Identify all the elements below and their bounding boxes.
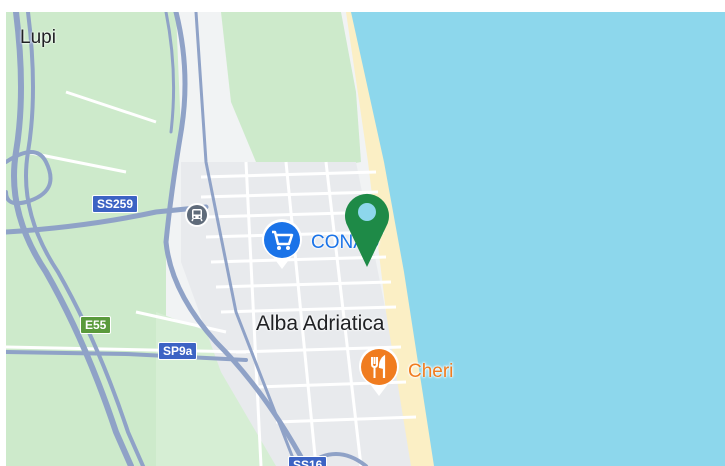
map-pin-icon[interactable]	[340, 187, 394, 269]
shopping-cart-icon[interactable]	[259, 217, 305, 271]
road-shield-e55: E55	[80, 316, 112, 334]
place-label-lupi: Lupi	[20, 27, 56, 48]
road-shield-sp9a: SP9a	[158, 342, 198, 360]
road-shield-ss259: SS259	[92, 195, 139, 213]
poi-label-cheri[interactable]: Cheri	[408, 361, 453, 383]
place-label-alba-adriatica: Alba Adriatica	[256, 312, 385, 335]
road-shield-ss16: SS16	[288, 456, 328, 466]
map-view[interactable]: Lupi Alba Adriatica SS259 E55 SP9a SS16 …	[6, 12, 725, 466]
train-icon[interactable]	[184, 202, 210, 228]
fork-knife-icon[interactable]	[356, 344, 402, 398]
